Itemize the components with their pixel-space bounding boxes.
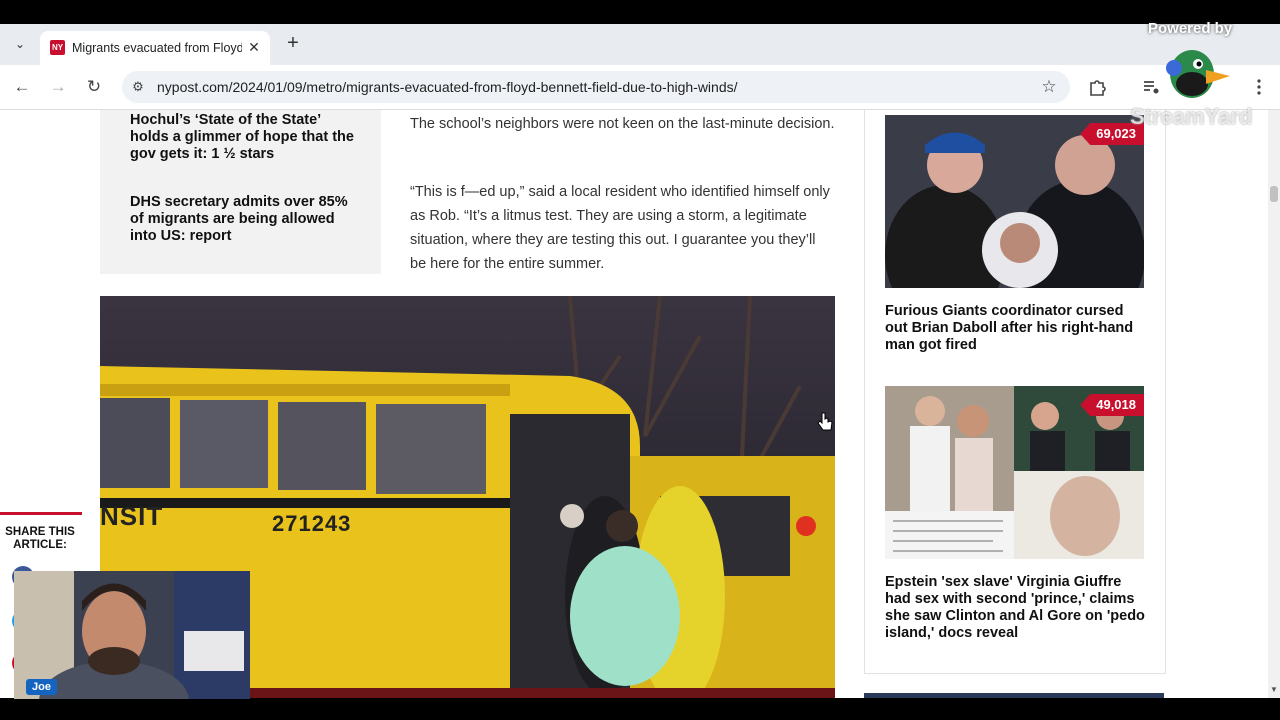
share-label: SHARE THIS ARTICLE: xyxy=(5,526,75,551)
hand-cursor-icon xyxy=(817,412,833,431)
bookmark-star-icon[interactable]: ☆ xyxy=(1038,76,1060,98)
tab-close-icon[interactable]: ✕ xyxy=(244,37,264,57)
trending-sidebar: 69,023 Furious Giants coordinator cursed… xyxy=(864,110,1166,674)
powered-by-text: Powered by xyxy=(1148,20,1233,37)
trending-thumbnail[interactable]: 49,018 xyxy=(885,386,1144,559)
extensions-puzzle-icon[interactable] xyxy=(1087,77,1107,97)
article-paragraph: The school’s neighbors were not keen on … xyxy=(410,116,835,132)
trending-thumbnail[interactable]: 69,023 xyxy=(885,115,1144,288)
share-divider xyxy=(0,512,82,515)
address-bar[interactable]: ⚙ nypost.com/2024/01/09/metro/migrants-e… xyxy=(122,71,1070,103)
reload-icon[interactable]: ↻ xyxy=(82,75,106,99)
trending-headline[interactable]: Epstein 'sex slave' Virginia Giuffre had… xyxy=(885,574,1150,642)
streamyard-watermark: StreamYard xyxy=(1130,104,1253,129)
browser-toolbar: ← → ↻ ⚙ nypost.com/2024/01/09/metro/migr… xyxy=(0,65,1280,110)
streamyard-overlay: Powered by StreamYard xyxy=(1120,18,1270,129)
scroll-down-arrow-icon[interactable]: ▼ xyxy=(1269,684,1279,696)
scrollbar-thumb[interactable] xyxy=(1270,186,1278,202)
article-paragraph: “This is f—ed up,” said a local resident… xyxy=(410,184,830,272)
view-count-badge: 49,018 xyxy=(1080,394,1144,416)
page-scrollbar[interactable]: ▼ xyxy=(1268,110,1280,698)
new-tab-button[interactable]: + xyxy=(282,32,304,54)
back-icon[interactable]: ← xyxy=(10,75,34,99)
site-info-icon[interactable]: ⚙ xyxy=(128,77,148,97)
related-story-link[interactable]: DHS secretary admits over 85% of migrant… xyxy=(130,194,360,245)
webcam-feed: Joe xyxy=(14,571,250,699)
bus-number: 271243 xyxy=(272,511,352,536)
nypost-favicon-icon: NY xyxy=(50,40,65,55)
bus-text: NSIT xyxy=(100,501,164,531)
related-stories-box: Hochul’s ‘State of the State’ holds a gl… xyxy=(100,110,381,274)
streamyard-duck-logo xyxy=(1166,50,1230,98)
browser-tab[interactable]: NY Migrants evacuated from Floyd ✕ xyxy=(40,31,270,65)
trending-headline[interactable]: Furious Giants coordinator cursed out Br… xyxy=(885,303,1150,354)
url-text[interactable]: nypost.com/2024/01/09/metro/migrants-eva… xyxy=(157,78,1017,96)
related-story-link[interactable]: Hochul’s ‘State of the State’ holds a gl… xyxy=(130,112,360,163)
forward-icon[interactable]: → xyxy=(46,75,70,99)
participant-name-badge: Joe xyxy=(26,679,57,695)
tab-search-dropdown-icon[interactable]: ⌄ xyxy=(8,32,32,56)
tab-title: Migrants evacuated from Floyd xyxy=(72,41,242,55)
next-trending-thumbnail[interactable] xyxy=(864,693,1164,698)
